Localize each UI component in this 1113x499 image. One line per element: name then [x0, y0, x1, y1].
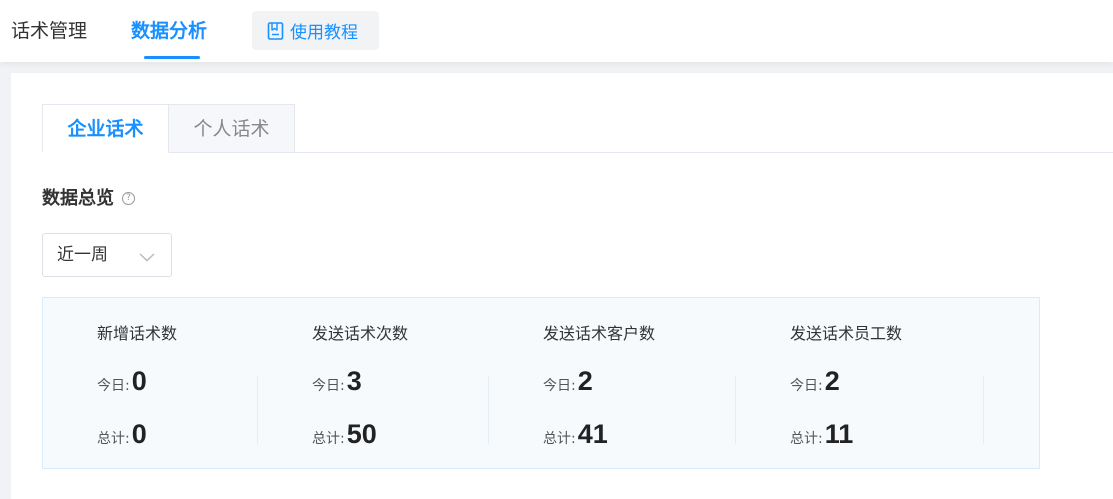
stat-today-row: 今日: 0 [97, 366, 147, 397]
tutorial-button-label: 使用教程 [290, 23, 358, 43]
nav-item-data-analysis[interactable]: 数据分析 [131, 0, 207, 62]
stat-today-row: 今日: 2 [790, 366, 840, 397]
stat-total-row: 总计: 11 [790, 419, 853, 450]
tab-personal-scripts[interactable]: 个人话术 [168, 104, 295, 153]
total-value: 41 [577, 419, 608, 449]
today-label: 今日: [790, 378, 823, 394]
period-select-value: 近一周 [57, 245, 108, 265]
today-label: 今日: [312, 378, 345, 394]
total-value: 50 [346, 419, 377, 449]
total-value: 0 [131, 419, 147, 449]
section-title: 数据总览 [42, 188, 114, 209]
stat-divider [983, 376, 984, 444]
stat-today-row: 今日: 3 [312, 366, 362, 397]
total-label: 总计: [312, 431, 345, 447]
document-icon [267, 21, 284, 40]
tab-enterprise-scripts[interactable]: 企业话术 [42, 104, 169, 153]
stat-total-row: 总计: 0 [97, 419, 147, 450]
nav-active-indicator [144, 56, 200, 59]
today-label: 今日: [543, 378, 576, 394]
stat-total-row: 总计: 41 [543, 419, 608, 450]
chevron-down-icon [139, 248, 155, 262]
stat-total-row: 总计: 50 [312, 419, 377, 450]
today-value: 2 [824, 366, 840, 396]
stat-title: 发送话术客户数 [543, 324, 656, 343]
stat-title: 新增话术数 [97, 324, 178, 343]
total-label: 总计: [790, 431, 823, 447]
tutorial-button[interactable]: 使用教程 [252, 11, 379, 50]
tabs-divider [42, 152, 1113, 153]
stat-divider [735, 376, 736, 444]
stat-divider [488, 376, 489, 444]
period-select[interactable]: 近一周 [42, 233, 172, 277]
stats-panel: 新增话术数 今日: 0 总计: 0 发送话术次数 今日: 3 总计: 50 发送… [42, 297, 1040, 469]
main-card: 企业话术 个人话术 数据总览 ? 近一周 新增话术数 今日: 0 总计: 0 发… [11, 73, 1113, 499]
today-value: 3 [346, 366, 362, 396]
today-value: 0 [131, 366, 147, 396]
total-value: 11 [824, 419, 854, 449]
today-label: 今日: [97, 378, 130, 394]
stat-title: 发送话术次数 [312, 324, 409, 343]
today-value: 2 [577, 366, 593, 396]
top-nav: 话术管理 数据分析 使用教程 [0, 0, 1113, 62]
stat-divider [257, 376, 258, 444]
stat-today-row: 今日: 2 [543, 366, 593, 397]
help-icon[interactable]: ? [122, 192, 135, 205]
nav-item-script-management[interactable]: 话术管理 [11, 0, 87, 62]
total-label: 总计: [97, 431, 130, 447]
stat-title: 发送话术员工数 [790, 324, 903, 343]
total-label: 总计: [543, 431, 576, 447]
